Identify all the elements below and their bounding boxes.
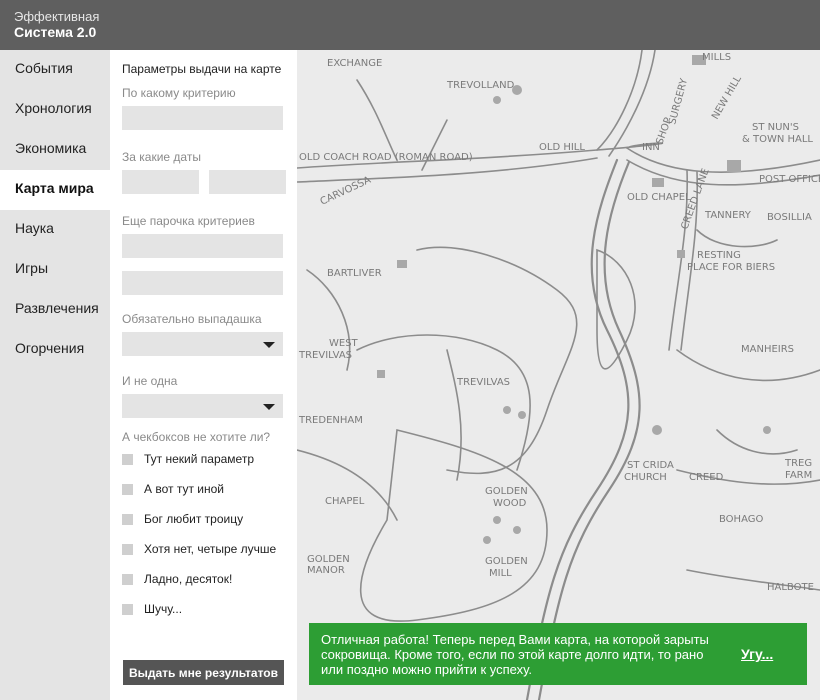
checkbox-box[interactable] <box>122 573 133 585</box>
map-label: CHAPEL <box>325 496 365 507</box>
map-label: CREED <box>689 472 724 483</box>
toast-dismiss-link[interactable]: Угу... <box>741 646 773 662</box>
dropdown2-select[interactable] <box>122 394 283 418</box>
sidebar-nav: События Хронология Экономика Карта мира … <box>0 50 110 700</box>
sidebar-item-economy[interactable]: Экономика <box>0 130 110 170</box>
date-from-input[interactable] <box>122 170 199 194</box>
map-drawing: EXCHANGE TREVOLLAND MILLS SURGERY NEW HI… <box>297 50 820 700</box>
checkbox-box[interactable] <box>122 513 133 525</box>
more-criteria-input-1[interactable] <box>122 234 283 258</box>
sidebar-item-science[interactable]: Наука <box>0 210 110 250</box>
panel-title: Параметры выдачи на карте <box>122 62 282 76</box>
map-label: GOLDEN <box>485 486 528 497</box>
success-toast: Отличная работа! Теперь перед Вами карта… <box>309 623 807 685</box>
map-label: HALBOTE <box>767 582 814 593</box>
map-label: WOOD <box>493 498 527 509</box>
map-label: OLD CHAPEL <box>627 192 691 203</box>
map-label: EXCHANGE <box>327 58 382 69</box>
submit-button[interactable]: Выдать мне результатов <box>123 660 284 685</box>
map-label: FARM <box>785 470 812 481</box>
map-label: ST NUN'S <box>752 122 799 133</box>
checkbox-trinity[interactable]: Бог любит троицу <box>122 504 285 534</box>
map-label: BARTLIVER <box>327 268 382 279</box>
map-label: SHOP <box>654 116 674 146</box>
map-label: MILLS <box>702 52 731 63</box>
date-to-input[interactable] <box>209 170 286 194</box>
sidebar-item-events[interactable]: События <box>0 50 110 90</box>
app-title: Система 2.0 <box>14 24 97 40</box>
map-label: RESTING <box>697 250 741 261</box>
map-label: CHURCH <box>624 472 667 483</box>
checkbox-joke[interactable]: Шучу... <box>122 594 285 624</box>
checkbox-label: Бог любит троицу <box>144 512 244 526</box>
map-label: SURGERY <box>667 77 690 126</box>
map-label: TREG <box>784 458 812 469</box>
map-label: ST CRIDA <box>627 460 674 471</box>
sidebar-item-chronology[interactable]: Хронология <box>0 90 110 130</box>
checkbox-four[interactable]: Хотя нет, четыре лучше <box>122 534 285 564</box>
sidebar-item-sorrows[interactable]: Огорчения <box>0 330 110 370</box>
map-label: POST OFFICE <box>759 174 820 185</box>
more-criteria-input-2[interactable] <box>122 271 283 295</box>
map-label: OLD HILL <box>539 142 585 153</box>
map-label: MANHEIRS <box>741 344 794 355</box>
checkbox-label: Тут некий параметр <box>144 452 254 466</box>
checkbox-box[interactable] <box>122 603 133 615</box>
map-label: BOSILLIA <box>767 212 812 223</box>
checkbox-box[interactable] <box>122 453 133 465</box>
map-label: OLD COACH ROAD (ROMAN ROAD) <box>299 152 473 163</box>
checkbox-label: А вот тут иной <box>144 482 224 496</box>
map-label: WEST <box>329 338 359 349</box>
sidebar-item-entertainment[interactable]: Развлечения <box>0 290 110 330</box>
checkbox-param[interactable]: Тут некий параметр <box>122 444 285 474</box>
map-label: TREVILVAS <box>298 350 352 361</box>
map-label: PLACE FOR BIERS <box>687 262 775 273</box>
toast-message: Отличная работа! Теперь перед Вами карта… <box>321 631 709 677</box>
checkbox-box[interactable] <box>122 483 133 495</box>
checkbox-box[interactable] <box>122 543 133 555</box>
sidebar-item-games[interactable]: Игры <box>0 250 110 290</box>
checkbox-ten[interactable]: Ладно, десяток! <box>122 564 285 594</box>
more-criteria-label: Еще парочка критериев <box>122 214 255 228</box>
sidebar-item-world-map[interactable]: Карта мира <box>0 170 110 210</box>
checkbox-label: Ладно, десяток! <box>144 572 233 586</box>
map-label: BOHAGO <box>719 514 763 525</box>
filter-panel: Параметры выдачи на карте По какому крит… <box>110 50 297 700</box>
map-label: GOLDEN <box>485 556 528 567</box>
chevron-down-icon <box>263 342 275 348</box>
map-label: MANOR <box>307 565 345 576</box>
app-header: Эффективная Система 2.0 <box>0 0 820 50</box>
treasure-map[interactable]: EXCHANGE TREVOLLAND MILLS SURGERY NEW HI… <box>297 50 820 700</box>
checkbox-other[interactable]: А вот тут иной <box>122 474 285 504</box>
dropdown-label: Обязательно выпадашка <box>122 312 262 326</box>
dropdown2-label: И не одна <box>122 374 178 388</box>
criterion-label: По какому критерию <box>122 86 236 100</box>
criterion-input[interactable] <box>122 106 283 130</box>
map-label: TREVOLLAND <box>446 80 515 91</box>
map-label: TANNERY <box>704 210 752 221</box>
checkbox-label: Хотя нет, четыре лучше <box>144 542 277 556</box>
checkbox-label: Шучу... <box>144 602 183 616</box>
app-subtitle: Эффективная <box>14 9 100 24</box>
map-label: MILL <box>489 568 512 579</box>
map-label: TREDENHAM <box>298 415 363 426</box>
map-label: & TOWN HALL <box>742 134 813 145</box>
map-label: GOLDEN <box>307 554 350 565</box>
checkbox-group-label: А чекбоксов не хотите ли? <box>122 430 271 444</box>
map-label: TREVILVAS <box>456 377 510 388</box>
map-label: NEW HILL <box>710 74 744 122</box>
dates-label: За какие даты <box>122 150 201 164</box>
dropdown-select[interactable] <box>122 332 283 356</box>
chevron-down-icon <box>263 404 275 410</box>
